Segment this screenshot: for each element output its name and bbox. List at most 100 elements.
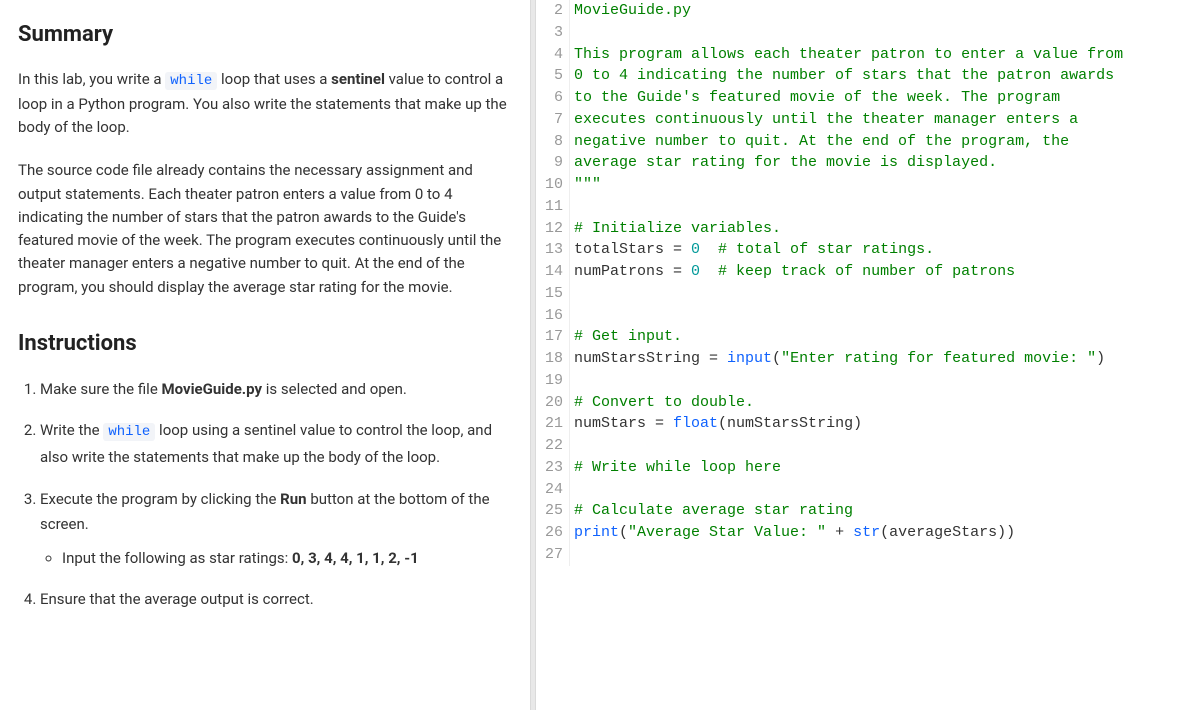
code-text: This program allows each theater patron … bbox=[574, 44, 1194, 66]
code-line[interactable]: 8 negative number to quit. At the end of… bbox=[536, 131, 1194, 153]
code-text bbox=[574, 196, 1194, 218]
code-text: executes continuously until the theater … bbox=[574, 109, 1194, 131]
code-line[interactable]: 27 bbox=[536, 544, 1194, 566]
line-number: 10 bbox=[536, 174, 570, 196]
code-line[interactable]: 22 bbox=[536, 435, 1194, 457]
code-line[interactable]: 6 to the Guide's featured movie of the w… bbox=[536, 87, 1194, 109]
code-text: numPatrons = 0 # keep track of number of… bbox=[574, 261, 1194, 283]
step-3: Execute the program by clicking the Run … bbox=[40, 487, 512, 572]
line-number: 25 bbox=[536, 500, 570, 522]
line-number: 7 bbox=[536, 109, 570, 131]
sentinel-bold: sentinel bbox=[331, 70, 385, 88]
line-number: 17 bbox=[536, 326, 570, 348]
line-number: 27 bbox=[536, 544, 570, 566]
line-number: 14 bbox=[536, 261, 570, 283]
code-text: 0 to 4 indicating the number of stars th… bbox=[574, 65, 1194, 87]
code-text bbox=[574, 370, 1194, 392]
code-line[interactable]: 21 numStars = float(numStarsString) bbox=[536, 413, 1194, 435]
code-line[interactable]: 5 0 to 4 indicating the number of stars … bbox=[536, 65, 1194, 87]
code-line[interactable]: 19 bbox=[536, 370, 1194, 392]
code-line[interactable]: 13 totalStars = 0 # total of star rating… bbox=[536, 239, 1194, 261]
code-text bbox=[574, 283, 1194, 305]
line-number: 12 bbox=[536, 218, 570, 240]
line-number: 5 bbox=[536, 65, 570, 87]
ratings-bold: 0, 3, 4, 4, 1, 1, 2, -1 bbox=[292, 549, 419, 567]
instruction-steps: Make sure the file MovieGuide.py is sele… bbox=[18, 377, 512, 613]
code-line[interactable]: 4 This program allows each theater patro… bbox=[536, 44, 1194, 66]
text: loop that uses a bbox=[217, 70, 331, 88]
code-line[interactable]: 3 bbox=[536, 22, 1194, 44]
code-text: """ bbox=[574, 174, 1194, 196]
step-3-sub-item: Input the following as star ratings: 0, … bbox=[62, 546, 512, 572]
code-line[interactable]: 15 bbox=[536, 283, 1194, 305]
line-number: 16 bbox=[536, 305, 570, 327]
line-number: 15 bbox=[536, 283, 570, 305]
code-line[interactable]: 23 # Write while loop here bbox=[536, 457, 1194, 479]
step-1: Make sure the file MovieGuide.py is sele… bbox=[40, 377, 512, 403]
text: Execute the program by clicking the bbox=[40, 490, 280, 508]
code-line[interactable]: 16 bbox=[536, 305, 1194, 327]
code-text: negative number to quit. At the end of t… bbox=[574, 131, 1194, 153]
code-text bbox=[574, 435, 1194, 457]
line-number: 8 bbox=[536, 131, 570, 153]
code-text: # Calculate average star rating bbox=[574, 500, 1194, 522]
code-line[interactable]: 20 # Convert to double. bbox=[536, 392, 1194, 414]
line-number: 3 bbox=[536, 22, 570, 44]
line-number: 18 bbox=[536, 348, 570, 370]
code-text: # Write while loop here bbox=[574, 457, 1194, 479]
line-number: 9 bbox=[536, 152, 570, 174]
code-text: MovieGuide.py bbox=[574, 0, 1194, 22]
code-text: numStarsString = input("Enter rating for… bbox=[574, 348, 1194, 370]
step-4: Ensure that the average output is correc… bbox=[40, 587, 512, 613]
code-line[interactable]: 2 MovieGuide.py bbox=[536, 0, 1194, 22]
line-number: 24 bbox=[536, 479, 570, 501]
code-text: to the Guide's featured movie of the wee… bbox=[574, 87, 1194, 109]
line-number: 21 bbox=[536, 413, 570, 435]
line-number: 13 bbox=[536, 239, 570, 261]
code-line[interactable]: 18 numStarsString = input("Enter rating … bbox=[536, 348, 1194, 370]
code-line[interactable]: 14 numPatrons = 0 # keep track of number… bbox=[536, 261, 1194, 283]
step-3-sublist: Input the following as star ratings: 0, … bbox=[40, 546, 512, 572]
summary-paragraph-2: The source code file already contains th… bbox=[18, 159, 512, 299]
line-number: 2 bbox=[536, 0, 570, 22]
instructions-heading: Instructions bbox=[18, 327, 512, 361]
code-line[interactable]: 17 # Get input. bbox=[536, 326, 1194, 348]
summary-heading: Summary bbox=[18, 18, 512, 52]
line-number: 19 bbox=[536, 370, 570, 392]
code-line[interactable]: 7 executes continuously until the theate… bbox=[536, 109, 1194, 131]
code-text: # Initialize variables. bbox=[574, 218, 1194, 240]
filename-bold: MovieGuide.py bbox=[162, 380, 263, 398]
code-text bbox=[574, 305, 1194, 327]
summary-paragraph-1: In this lab, you write a while loop that… bbox=[18, 68, 512, 139]
code-text bbox=[574, 22, 1194, 44]
while-code: while bbox=[103, 423, 155, 441]
run-bold: Run bbox=[280, 490, 306, 508]
line-number: 23 bbox=[536, 457, 570, 479]
code-editor[interactable]: 2 MovieGuide.py 3 4 This program allows … bbox=[536, 0, 1194, 710]
code-text bbox=[574, 544, 1194, 566]
code-text: # Get input. bbox=[574, 326, 1194, 348]
code-line[interactable]: 10 """ bbox=[536, 174, 1194, 196]
code-line[interactable]: 11 bbox=[536, 196, 1194, 218]
text: Input the following as star ratings: bbox=[62, 549, 292, 567]
code-line[interactable]: 9 average star rating for the movie is d… bbox=[536, 152, 1194, 174]
code-text: totalStars = 0 # total of star ratings. bbox=[574, 239, 1194, 261]
code-text: average star rating for the movie is dis… bbox=[574, 152, 1194, 174]
step-2: Write the while loop using a sentinel va… bbox=[40, 418, 512, 470]
code-text bbox=[574, 479, 1194, 501]
line-number: 4 bbox=[536, 44, 570, 66]
text: is selected and open. bbox=[262, 380, 407, 398]
code-line[interactable]: 26 print("Average Star Value: " + str(av… bbox=[536, 522, 1194, 544]
line-number: 11 bbox=[536, 196, 570, 218]
line-number: 26 bbox=[536, 522, 570, 544]
line-number: 22 bbox=[536, 435, 570, 457]
code-line[interactable]: 24 bbox=[536, 479, 1194, 501]
code-text: print("Average Star Value: " + str(avera… bbox=[574, 522, 1194, 544]
code-text: numStars = float(numStarsString) bbox=[574, 413, 1194, 435]
text: In this lab, you write a bbox=[18, 70, 165, 88]
code-line[interactable]: 25 # Calculate average star rating bbox=[536, 500, 1194, 522]
code-line[interactable]: 12 # Initialize variables. bbox=[536, 218, 1194, 240]
instructions-pane: Summary In this lab, you write a while l… bbox=[0, 0, 530, 710]
text: Write the bbox=[40, 421, 103, 439]
while-code: while bbox=[165, 72, 217, 90]
